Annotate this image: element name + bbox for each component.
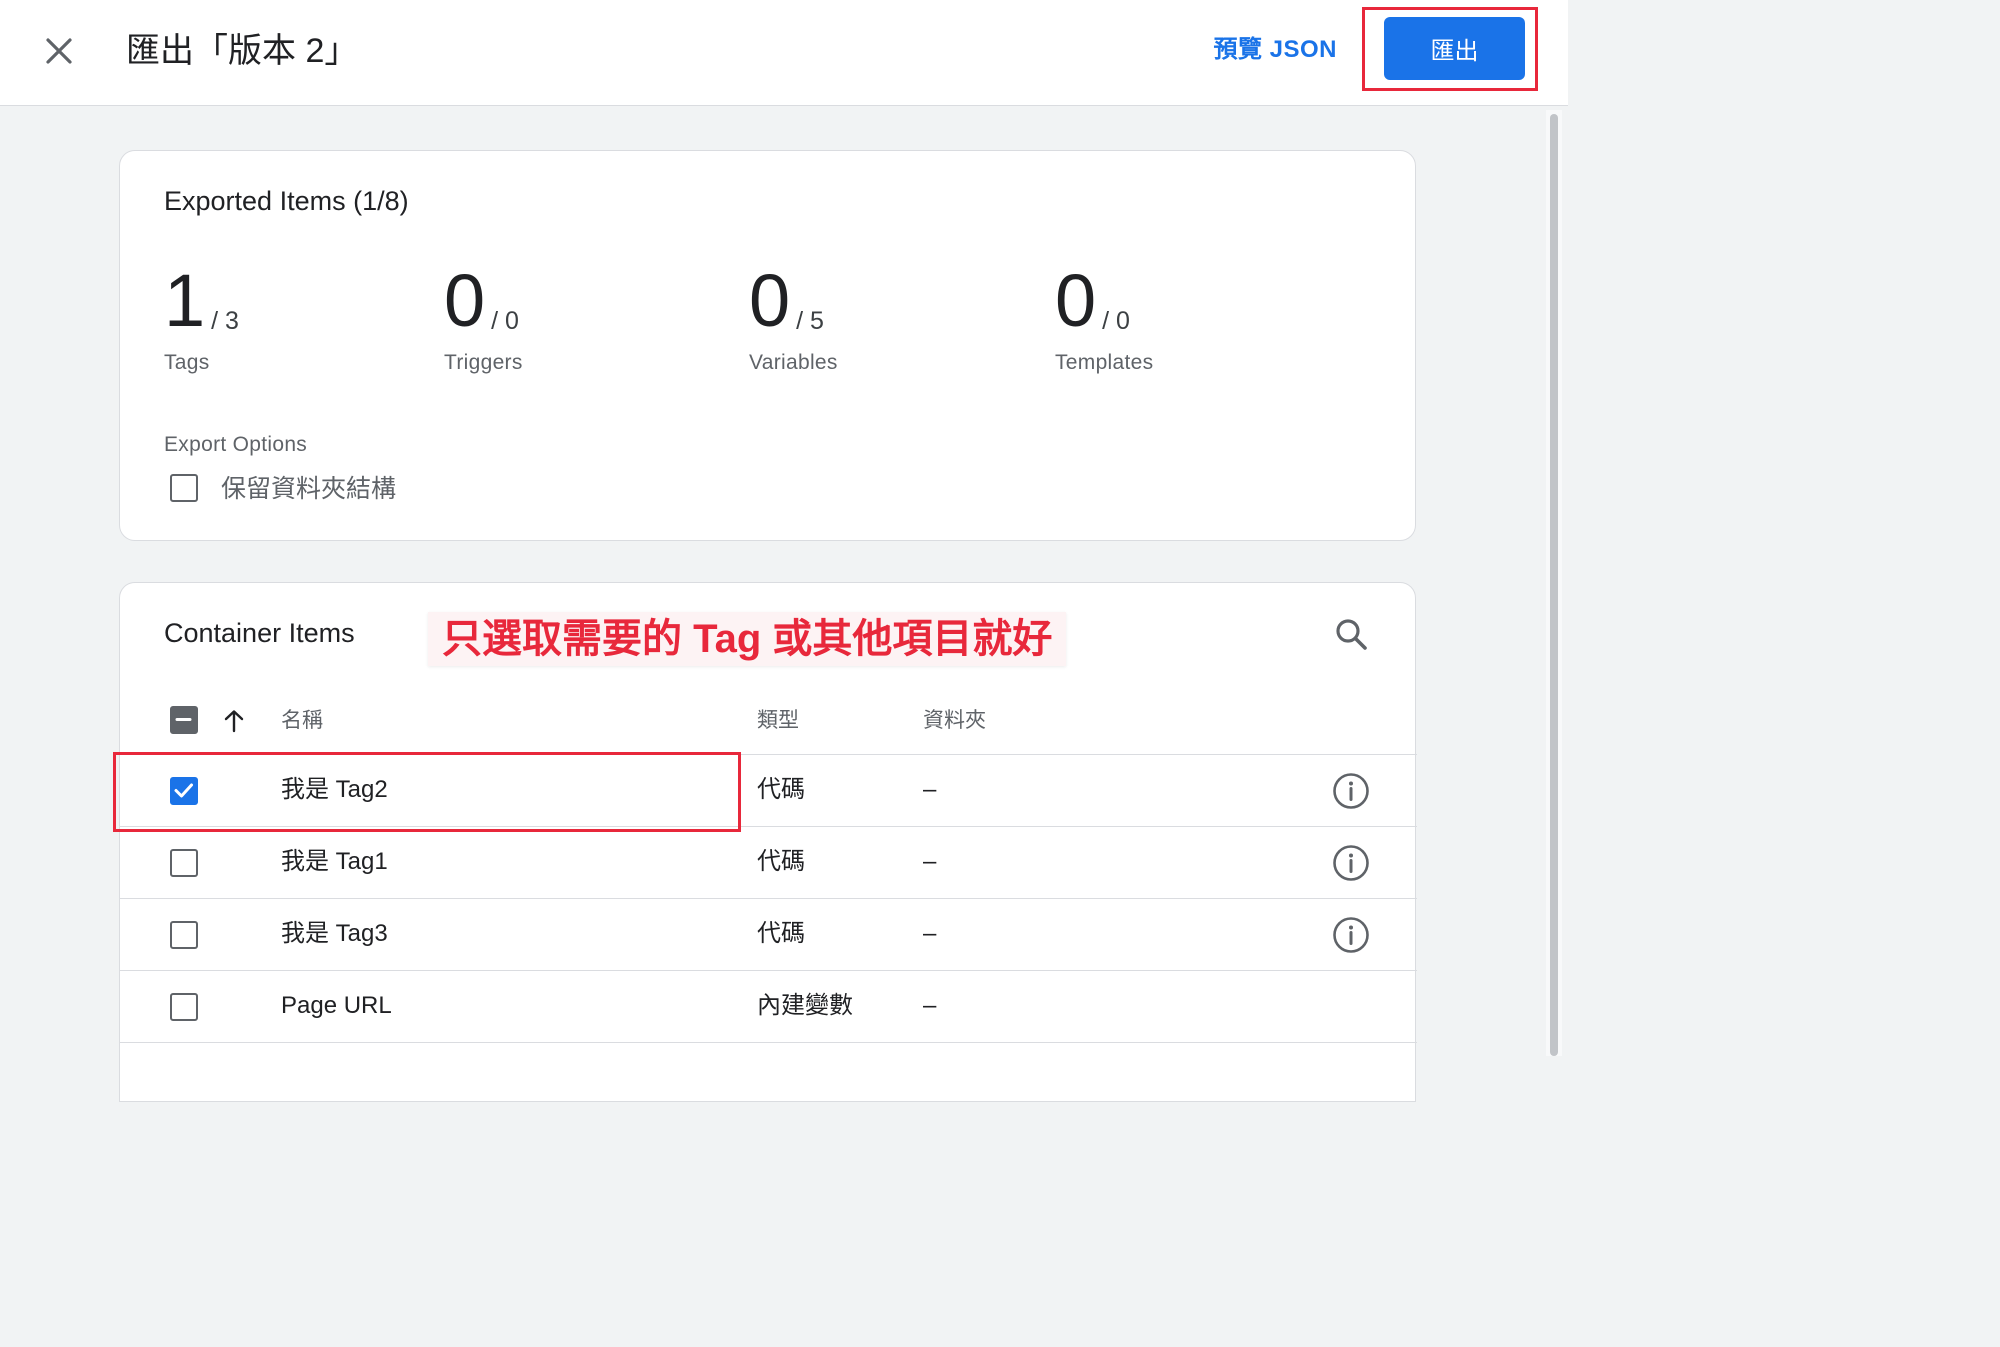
exported-items-card: Exported Items (1/8) 1/ 3 Tags 0/ 0 Trig… bbox=[119, 150, 1416, 541]
stat-tags-total: / 3 bbox=[211, 307, 239, 335]
keep-folders-label[interactable]: 保留資料夾結構 bbox=[221, 473, 396, 505]
export-options-label: Export Options bbox=[164, 433, 308, 456]
minus-icon bbox=[175, 718, 192, 721]
row-folder: – bbox=[923, 848, 937, 875]
search-icon bbox=[1336, 619, 1367, 650]
info-icon[interactable] bbox=[1332, 916, 1370, 954]
table-row[interactable]: 我是 Tag1 代碼 – bbox=[120, 826, 1417, 898]
container-items-title: Container Items bbox=[164, 618, 355, 648]
stat-tags-count: 1 bbox=[164, 259, 206, 342]
stat-templates-count: 0 bbox=[1055, 259, 1097, 342]
preview-json-link[interactable]: 預覽 JSON bbox=[1213, 30, 1337, 70]
export-button-highlight bbox=[1362, 7, 1538, 91]
row-checkbox[interactable] bbox=[170, 849, 198, 877]
stat-variables-total: / 5 bbox=[796, 307, 824, 335]
instruction-callout: 只選取需要的 Tag 或其他項目就好 bbox=[428, 612, 1067, 666]
info-icon[interactable] bbox=[1332, 844, 1370, 882]
close-button[interactable] bbox=[36, 28, 82, 74]
stat-triggers: 0/ 0 Triggers bbox=[444, 261, 523, 375]
stat-variables-count: 0 bbox=[749, 259, 791, 342]
row-folder: – bbox=[923, 776, 937, 803]
row-folder: – bbox=[923, 992, 937, 1019]
row-type: 代碼 bbox=[757, 920, 805, 947]
info-icon[interactable] bbox=[1332, 772, 1370, 810]
close-icon bbox=[46, 38, 72, 64]
row-checkbox[interactable] bbox=[170, 921, 198, 949]
stat-templates-label: Templates bbox=[1055, 351, 1154, 374]
stat-variables: 0/ 5 Variables bbox=[749, 261, 838, 375]
keep-folders-checkbox[interactable] bbox=[170, 474, 198, 502]
table-row[interactable] bbox=[120, 1042, 1417, 1114]
row-checkbox[interactable] bbox=[170, 993, 198, 1021]
stat-triggers-label: Triggers bbox=[444, 351, 523, 374]
row-type: 代碼 bbox=[757, 776, 805, 803]
arrow-up-icon[interactable] bbox=[220, 707, 248, 735]
row-folder: – bbox=[923, 920, 937, 947]
column-header-type[interactable]: 類型 bbox=[757, 701, 799, 741]
row-name: 我是 Tag3 bbox=[281, 920, 388, 947]
column-header-folder[interactable]: 資料夾 bbox=[923, 701, 986, 741]
row-name: 我是 Tag1 bbox=[281, 848, 388, 875]
row-name: Page URL bbox=[281, 992, 392, 1019]
top-bar: 匯出「版本 2」 預覽 JSON 匯出 bbox=[0, 0, 1568, 106]
stat-tags-label: Tags bbox=[164, 351, 210, 374]
stat-tags: 1/ 3 Tags bbox=[164, 261, 239, 375]
selected-row-highlight bbox=[113, 752, 741, 832]
stat-triggers-total: / 0 bbox=[491, 307, 519, 335]
stat-templates-total: / 0 bbox=[1102, 307, 1130, 335]
table-row[interactable]: Page URL 內建變數 – bbox=[120, 970, 1417, 1042]
search-button[interactable] bbox=[1332, 615, 1372, 655]
select-all-checkbox[interactable] bbox=[170, 706, 198, 734]
stat-triggers-count: 0 bbox=[444, 259, 486, 342]
stat-templates: 0/ 0 Templates bbox=[1055, 261, 1153, 375]
stat-variables-label: Variables bbox=[749, 351, 838, 374]
row-type: 內建變數 bbox=[757, 992, 853, 1019]
scrollbar-thumb[interactable] bbox=[1550, 114, 1558, 1056]
column-header-name[interactable]: 名稱 bbox=[281, 701, 323, 741]
table-row[interactable]: 我是 Tag3 代碼 – bbox=[120, 898, 1417, 970]
scrollbar[interactable] bbox=[1546, 110, 1562, 1056]
page-title: 匯出「版本 2」 bbox=[126, 32, 359, 70]
row-type: 代碼 bbox=[757, 848, 805, 875]
exported-items-title: Exported Items (1/8) bbox=[164, 186, 409, 216]
